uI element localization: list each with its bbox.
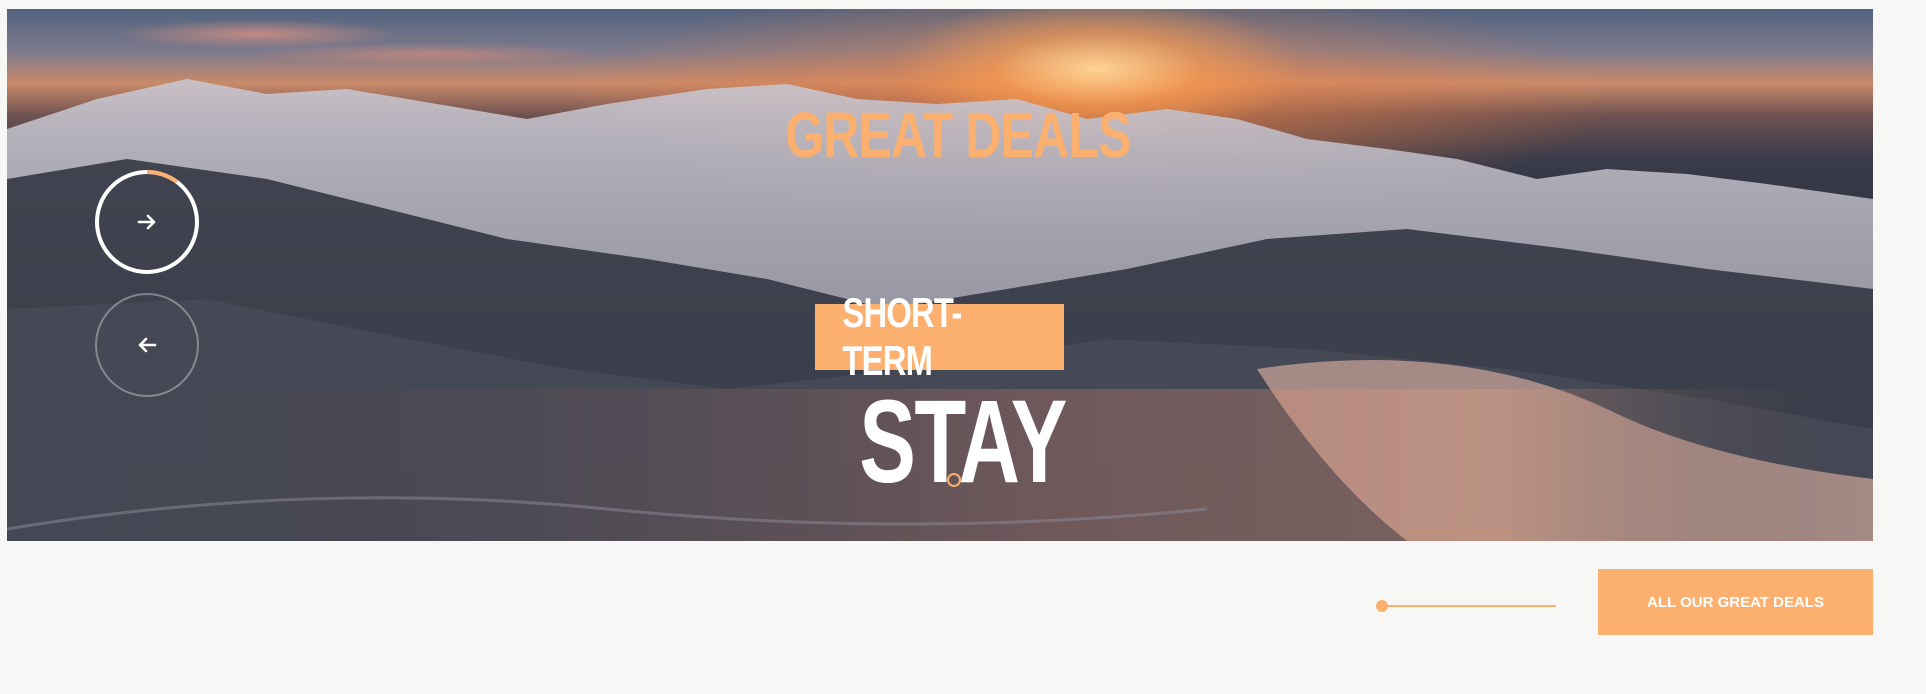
decorative-dot	[947, 473, 961, 487]
slide-progress-ring	[146, 170, 179, 184]
arrow-left-icon	[138, 337, 157, 353]
slide-indicator[interactable]	[1376, 599, 1556, 613]
hero-heading: GREAT DEALS	[785, 99, 1131, 171]
badge-label: SHORT-TERM	[842, 289, 962, 384]
slide-indicator-track	[1386, 605, 1556, 607]
next-slide-button[interactable]	[95, 170, 199, 274]
short-term-badge: SHORT-TERM	[815, 289, 1064, 384]
hero-title: STAY	[0, 383, 1926, 501]
previous-slide-button[interactable]	[95, 293, 199, 397]
hero-title-text: STAY	[859, 376, 1068, 508]
all-great-deals-button[interactable]: ALL OUR GREAT DEALS	[1598, 569, 1873, 635]
